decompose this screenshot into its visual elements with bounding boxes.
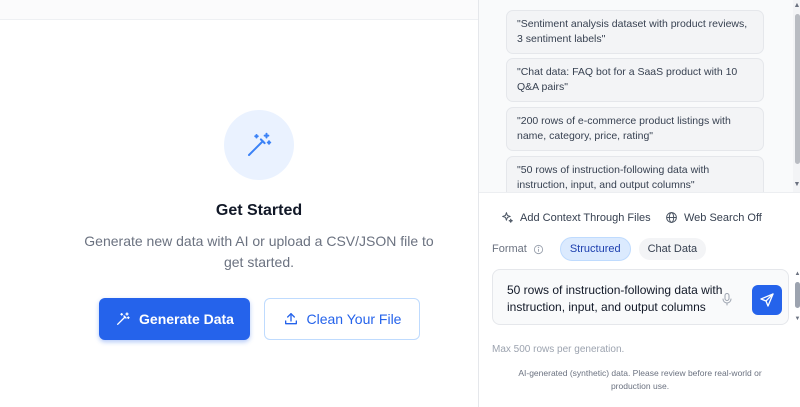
- clean-file-label: Clean Your File: [306, 311, 402, 327]
- magic-wand-icon: [224, 110, 294, 180]
- web-search-label: Web Search Off: [684, 211, 762, 224]
- send-button[interactable]: [752, 285, 782, 315]
- magic-wand-icon: [115, 311, 131, 327]
- add-context-button[interactable]: Add Context Through Files: [501, 211, 651, 224]
- scroll-up-arrow-icon[interactable]: ▲: [793, 271, 800, 277]
- suggestion-chip[interactable]: "Sentiment analysis dataset with product…: [506, 10, 764, 54]
- generation-panel: "Sentiment analysis dataset with product…: [478, 0, 800, 407]
- upload-icon: [283, 311, 299, 327]
- sparkle-icon: [501, 211, 514, 224]
- compose-area: Add Context Through Files Web Search Off…: [479, 192, 800, 407]
- suggestion-list: "Sentiment analysis dataset with product…: [479, 0, 793, 192]
- info-icon[interactable]: [533, 244, 544, 255]
- prompt-input-text[interactable]: 50 rows of instruction-following data wi…: [507, 282, 737, 316]
- scroll-up-arrow-icon[interactable]: ▲: [793, 2, 800, 9]
- suggestion-chip[interactable]: "50 rows of instruction-following data w…: [506, 156, 764, 192]
- microphone-icon[interactable]: [721, 292, 733, 312]
- prompt-scroll-thumb[interactable]: [795, 282, 800, 308]
- page-title: Get Started: [215, 202, 303, 219]
- main-area: Get Started Generate new data with AI or…: [0, 0, 478, 407]
- suggestion-chip[interactable]: "Chat data: FAQ bot for a SaaS product w…: [506, 58, 764, 102]
- ai-disclaimer: AI-generated (synthetic) data. Please re…: [518, 368, 762, 391]
- format-label: Format: [492, 243, 527, 255]
- prompt-input[interactable]: 50 rows of instruction-following data wi…: [492, 269, 800, 325]
- scroll-down-arrow-icon[interactable]: ▼: [793, 316, 800, 322]
- row-limit-note: Max 500 rows per generation.: [492, 344, 625, 355]
- clean-file-button[interactable]: Clean Your File: [264, 298, 420, 340]
- format-selector: Format Structured Chat Data: [492, 237, 707, 261]
- suggestion-chip[interactable]: "200 rows of e-commerce product listings…: [506, 107, 764, 151]
- format-option-structured[interactable]: Structured: [559, 237, 631, 261]
- app-root: Get Started Generate new data with AI or…: [0, 0, 800, 407]
- top-bar: [0, 0, 478, 20]
- scroll-down-arrow-icon[interactable]: ▼: [793, 181, 800, 188]
- add-context-label: Add Context Through Files: [520, 211, 651, 224]
- generate-data-label: Generate Data: [139, 311, 234, 327]
- page-subtitle: Generate new data with AI or upload a CS…: [84, 233, 434, 270]
- generate-data-button[interactable]: Generate Data: [99, 298, 250, 340]
- globe-icon: [665, 211, 678, 224]
- format-option-chat-data[interactable]: Chat Data: [638, 238, 707, 260]
- web-search-toggle[interactable]: Web Search Off: [665, 211, 762, 224]
- prompt-scrollbar[interactable]: ▲ ▼: [793, 270, 800, 326]
- suggestion-scroll-thumb[interactable]: [795, 14, 800, 164]
- send-icon: [759, 292, 775, 308]
